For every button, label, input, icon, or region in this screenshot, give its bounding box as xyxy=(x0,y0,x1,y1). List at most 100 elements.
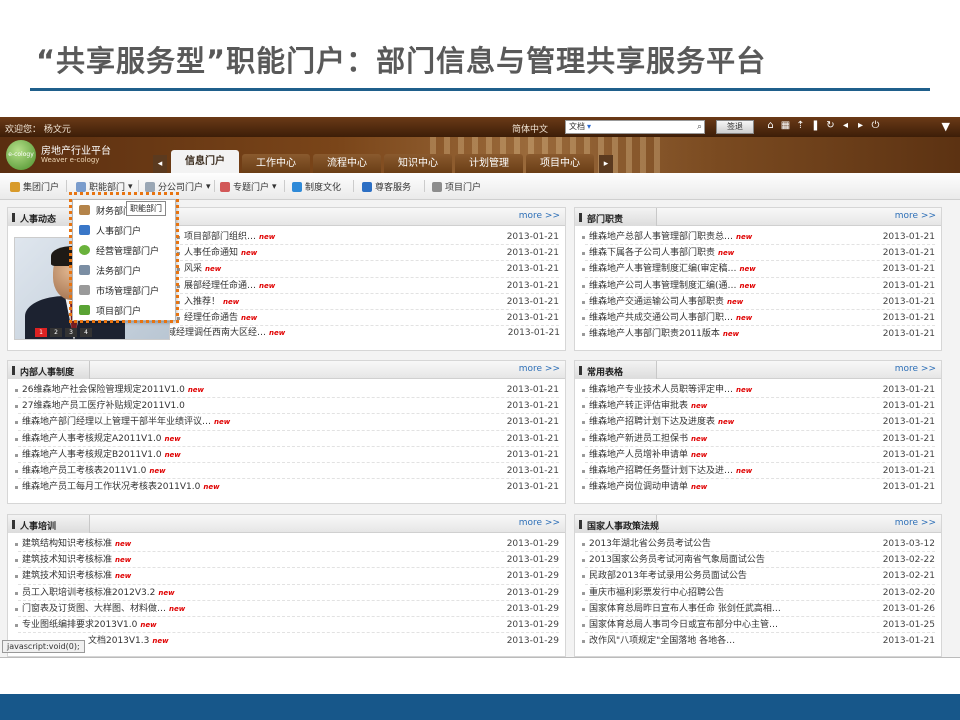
pager-button[interactable]: 3 xyxy=(65,328,77,337)
list-item[interactable]: 维森地产转正评估审批表 new 2013-01-21 xyxy=(575,398,941,415)
list-item[interactable]: 国家体育总局人事司今日或宣布部分中心主管… 2013-01-25 xyxy=(575,617,941,634)
pager-button[interactable]: 4 xyxy=(80,328,92,337)
tab-scroll-left-icon[interactable]: ◂ xyxy=(153,155,167,173)
list-item[interactable]: 项目部部门组织… new 2013-01-21 xyxy=(170,229,565,246)
list-item[interactable]: 入推荐！ new 2013-01-21 xyxy=(170,294,565,310)
search-scope[interactable]: 文档 xyxy=(569,122,585,131)
main-tabs: ◂ 信息门户 工作中心 流程中心 知识中心 计划管理 项目中心 ▸ xyxy=(153,150,613,173)
pager-button[interactable]: 1 xyxy=(35,328,47,337)
panel-title: 常用表格 xyxy=(587,368,624,378)
signout-button[interactable]: 签退 xyxy=(716,120,754,134)
list-item[interactable]: 维森下属各子公司人事部门职责 new 2013-01-21 xyxy=(575,245,941,262)
new-badge-icon: new xyxy=(205,265,222,274)
tab-scroll-right-icon[interactable]: ▸ xyxy=(599,155,613,173)
list-item[interactable]: 维森地产部门经理以上管理干部半年业绩评议… new 2013-01-21 xyxy=(8,414,565,431)
bookmark-icon[interactable]: ❚ xyxy=(810,120,821,132)
list-item[interactable]: 26维森地产社会保险管理规定2011V1.0 new 2013-01-21 xyxy=(8,382,565,399)
highlight-frame xyxy=(69,192,179,323)
refresh-icon[interactable]: ↻ xyxy=(825,120,836,132)
list-item[interactable]: 维森地产人事考核规定A2011V1.0 new 2013-01-21 xyxy=(8,431,565,447)
list-item[interactable]: 维森地产招聘计划下达及进度表 new 2013-01-21 xyxy=(575,414,941,431)
list-item[interactable]: 维森地产人事管理制度汇编(审定稿… new 2013-01-21 xyxy=(575,261,941,278)
more-link[interactable]: more >> xyxy=(895,518,936,528)
list-item[interactable]: 维森地产人员增补申请单 new 2013-01-21 xyxy=(575,447,941,463)
list-item[interactable]: 建筑技术知识考核标准 new 2013-01-29 xyxy=(8,552,565,569)
rules-list: 26维森地产社会保险管理规定2011V1.0 new 2013-01-21 27维森… xyxy=(8,379,565,495)
list-item[interactable]: 专业图纸编排要求2013V1.0 new 2013-01-29 xyxy=(8,617,565,634)
list-item[interactable]: 维森地产总部人事管理部门职责总… new 2013-01-21 xyxy=(575,229,941,246)
new-badge-icon: new xyxy=(722,330,740,339)
tab-work-center[interactable]: 工作中心 xyxy=(242,154,310,173)
panel-common-forms: 常用表格 more >> 维森地产专业技术人员职等评定申… new 2013-01-… xyxy=(574,360,942,504)
list-item[interactable]: 经理任命通告 new 2013-01-21 xyxy=(170,310,565,327)
branch-icon xyxy=(145,181,155,192)
list-item[interactable]: 维森地产招聘任务暨计划下达及进… new 2013-01-21 xyxy=(575,463,941,480)
list-item[interactable]: 建筑结构知识考核标准 new 2013-01-29 xyxy=(8,536,565,553)
new-badge-icon: new xyxy=(223,297,240,306)
subnav-topic-portal[interactable]: 专题门户 ▾ xyxy=(220,180,277,193)
search-box[interactable]: 文档 ▾ ⌕ xyxy=(565,120,705,134)
list-item[interactable]: 国家体育总局昨日宣布人事任命 张剑任武高相… 2013-01-26 xyxy=(575,601,941,617)
list-item[interactable]: 维森地产新进员工担保书 new 2013-01-21 xyxy=(575,431,941,447)
list-item[interactable]: 维森地产公司人事管理制度汇编(通… new 2013-01-21 xyxy=(575,278,941,294)
panel-internal-rules: 内部人事制度 more >> 26维森地产社会保险管理规定2011V1.0 new… xyxy=(7,360,566,504)
menu-caret-icon[interactable]: ▼ xyxy=(942,120,950,133)
forward-icon[interactable]: ▸ xyxy=(855,120,866,132)
subnav-vip-service[interactable]: 尊客服务 xyxy=(362,180,411,193)
subnav-policy-culture[interactable]: 制度文化 xyxy=(292,180,341,193)
list-item[interactable]: 员工入职培训考核标准2012V3.2 new 2013-01-29 xyxy=(8,585,565,601)
list-item[interactable]: 文档2013V1.3 new 2013-01-29 xyxy=(8,633,565,649)
subnav-project-portal[interactable]: 项目门户 xyxy=(432,180,481,193)
tab-knowledge-center[interactable]: 知识中心 xyxy=(384,154,452,173)
list-item[interactable]: 维森华南区域经理调任西南大区经… new 2013-01-21 xyxy=(108,325,566,341)
list-item[interactable]: 民政部2013年考试录用公务员面试公告 2013-02-21 xyxy=(575,568,941,585)
new-badge-icon: new xyxy=(149,466,166,475)
list-item[interactable]: 改作风"八项规定"全国落地 各地各… 2013-01-21 xyxy=(575,633,941,649)
subnav-group-portal[interactable]: 集团门户 xyxy=(10,180,59,193)
new-badge-icon: new xyxy=(115,540,132,548)
search-icon[interactable]: ⌕ xyxy=(697,121,702,133)
list-item[interactable]: 人事任命通知 new 2013-01-21 xyxy=(170,245,565,262)
power-icon[interactable]: ⏻ xyxy=(870,120,881,132)
plus-icon xyxy=(292,181,302,192)
list-item[interactable]: 维森地产岗位调动申请单 new 2013-01-21 xyxy=(575,479,941,495)
list-item[interactable]: 维森地产员工考核表2011V1.0 new 2013-01-21 xyxy=(8,463,565,480)
tab-info-portal[interactable]: 信息门户 xyxy=(171,150,239,173)
list-item[interactable]: 维森地产员工每月工作状况考核表2011V1.0 new 2013-01-21 xyxy=(8,479,565,495)
slide-title: “共享服务型”职能门户：部门信息与管理共享服务平台 xyxy=(36,44,767,78)
banner: e-cology 房地产行业平台 Weaver e-cology ◂ 信息门户 … xyxy=(0,137,960,173)
training-list: 建筑结构知识考核标准 new 2013-01-29 建筑技术知识考核标准 new 201… xyxy=(8,533,565,649)
new-badge-icon: new xyxy=(691,434,708,443)
list-item[interactable]: 重庆市福利彩票发行中心招聘公告 2013-02-20 xyxy=(575,585,941,601)
list-item[interactable]: 门窗表及订货图、大样图、材料做… new 2013-01-29 xyxy=(8,601,565,617)
list-item[interactable]: 风采 new 2013-01-21 xyxy=(170,261,565,278)
dropdown-caret-icon[interactable]: ▾ xyxy=(587,122,591,131)
list-item[interactable]: 建筑技术知识考核标准 new 2013-01-29 xyxy=(8,568,565,585)
language-selector[interactable]: 简体中文 xyxy=(512,122,548,135)
tab-workflow-center[interactable]: 流程中心 xyxy=(313,154,381,173)
list-item[interactable]: 维森地产人事考核规定B2011V1.0 new 2013-01-21 xyxy=(8,447,565,463)
pager-button[interactable]: 2 xyxy=(50,328,62,337)
home-icon[interactable]: ⌂ xyxy=(765,120,776,132)
up-icon[interactable]: ⇡ xyxy=(795,120,806,132)
list-item[interactable]: 维森地产专业技术人员职等评定申… new 2013-01-21 xyxy=(575,382,941,399)
list-item[interactable]: 2013国家公务员考试河南省气象局面试公告 2013-02-22 xyxy=(575,552,941,569)
more-link[interactable]: more >> xyxy=(895,364,936,374)
list-item[interactable]: 展部经理任命通… new 2013-01-21 xyxy=(170,278,565,294)
panel-training: 人事培训 more >> 建筑结构知识考核标准 new 2013-01-29 建筑技… xyxy=(7,514,566,657)
new-badge-icon: new xyxy=(115,556,132,565)
back-icon[interactable]: ◂ xyxy=(840,120,851,132)
list-item[interactable]: 27维森地产员工医疗补贴规定2011V1.0 2013-01-21 xyxy=(8,398,565,415)
more-link[interactable]: more >> xyxy=(519,518,560,528)
title-rule xyxy=(30,88,930,91)
more-link[interactable]: more >> xyxy=(519,211,560,221)
tab-project-center[interactable]: 项目中心 xyxy=(526,154,594,173)
list-item[interactable]: 维森地产人事部门职责2011版本 new 2013-01-21 xyxy=(575,326,941,342)
more-link[interactable]: more >> xyxy=(895,211,936,221)
more-link[interactable]: more >> xyxy=(519,364,560,374)
list-item[interactable]: 维森地产共成交通公司人事部门职… new 2013-01-21 xyxy=(575,310,941,327)
grid-icon[interactable]: ▦ xyxy=(780,120,791,132)
tab-plan-management[interactable]: 计划管理 xyxy=(455,154,523,173)
list-item[interactable]: 2013年湖北省公务员考试公告 2013-03-12 xyxy=(575,536,941,553)
list-item[interactable]: 维森地产交通运输公司人事部职责 new 2013-01-21 xyxy=(575,294,941,310)
